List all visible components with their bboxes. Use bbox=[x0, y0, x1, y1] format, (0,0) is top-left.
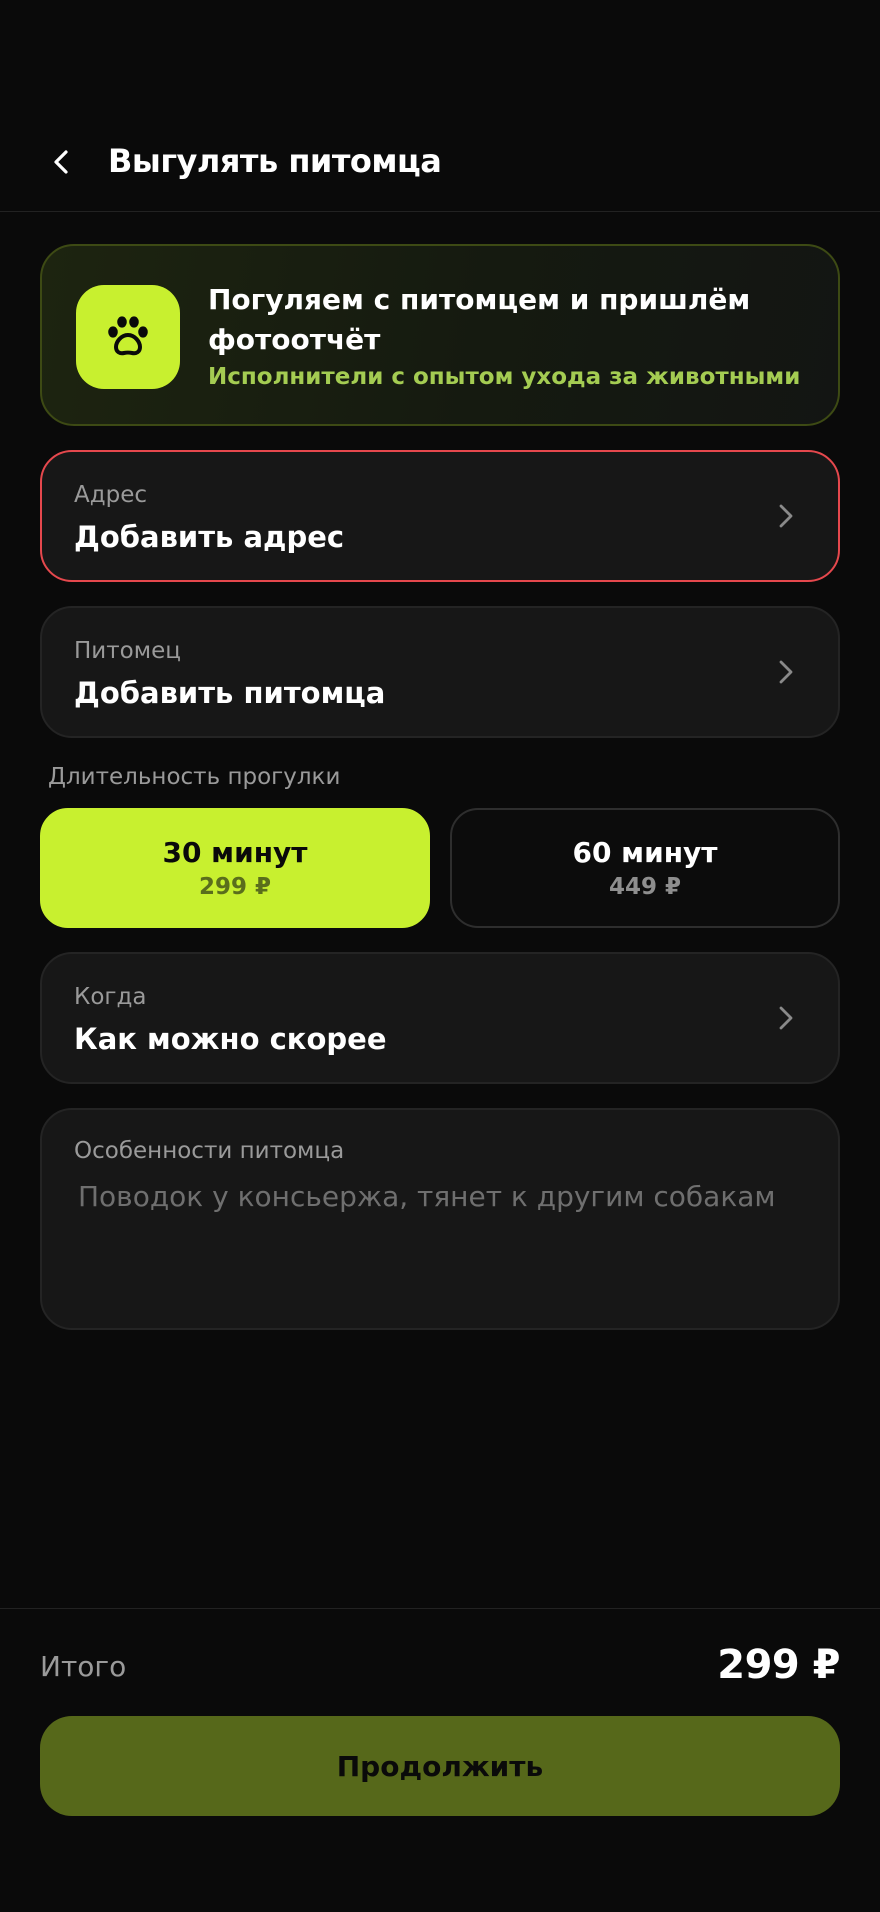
duration-option-30[interactable]: 30 минут 299 ₽ bbox=[40, 808, 430, 928]
total-value: 299 ₽ bbox=[717, 1642, 840, 1688]
footer-divider bbox=[0, 1608, 880, 1609]
promo-banner: Погуляем с питомцем и пришлём фотоотчёт … bbox=[40, 244, 840, 426]
pet-notes-input[interactable] bbox=[74, 1176, 814, 1306]
when-label: Когда bbox=[74, 984, 147, 1010]
pet-notes-field: Особенности питомца bbox=[40, 1108, 840, 1330]
address-value: Добавить адрес bbox=[74, 520, 345, 554]
pet-notes-label: Особенности питомца bbox=[74, 1138, 345, 1164]
app-root: Выгулять питомца Погуляем с питомцем и п… bbox=[0, 0, 880, 1912]
duration-label: Длительность прогулки bbox=[48, 764, 341, 790]
promo-title: Погуляем с питомцем и пришлём фотоотчёт bbox=[208, 283, 751, 356]
chevron-left-icon bbox=[54, 150, 68, 174]
address-label: Адрес bbox=[74, 482, 148, 508]
when-field[interactable]: Когда Как можно скорее bbox=[40, 952, 840, 1084]
chevron-right-icon bbox=[772, 1004, 800, 1032]
promo-icon-box bbox=[76, 285, 180, 389]
promo-subtitle: Исполнители с опытом ухода за животными bbox=[208, 364, 801, 390]
address-field[interactable]: Адрес Добавить адрес bbox=[40, 450, 840, 582]
pet-label: Питомец bbox=[74, 638, 181, 664]
pet-value: Добавить питомца bbox=[74, 676, 386, 710]
duration-option-title: 60 минут bbox=[572, 836, 718, 869]
continue-button[interactable]: Продолжить bbox=[40, 1716, 840, 1816]
paw-icon bbox=[108, 316, 148, 356]
header: Выгулять питомца bbox=[0, 122, 880, 212]
chevron-right-icon bbox=[772, 502, 800, 530]
pet-field[interactable]: Питомец Добавить питомца bbox=[40, 606, 840, 738]
duration-option-price: 299 ₽ bbox=[198, 874, 272, 900]
duration-option-price: 449 ₽ bbox=[608, 874, 682, 900]
when-value: Как можно скорее bbox=[74, 1022, 387, 1056]
chevron-right-icon bbox=[772, 658, 800, 686]
duration-option-60[interactable]: 60 минут 449 ₽ bbox=[450, 808, 840, 928]
duration-option-title: 30 минут bbox=[162, 836, 308, 869]
back-button[interactable] bbox=[40, 140, 84, 184]
total-label: Итого bbox=[40, 1650, 127, 1683]
page-title: Выгулять питомца bbox=[108, 142, 442, 180]
